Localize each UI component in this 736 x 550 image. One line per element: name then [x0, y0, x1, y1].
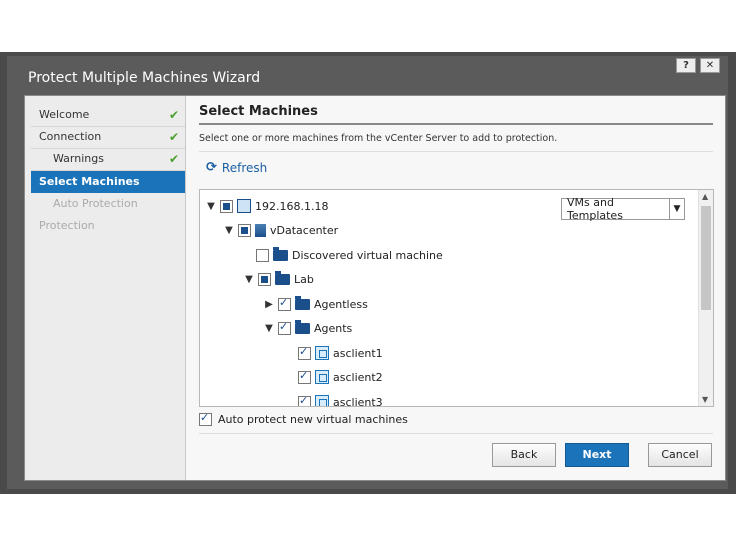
step-label: Connection — [39, 130, 102, 143]
page-description: Select one or more machines from the vCe… — [199, 133, 558, 144]
machine-tree[interactable]: VMs and Templates ▼ ▼ 192.168.1.18 ▼ vDa… — [199, 189, 714, 407]
host-icon — [237, 199, 251, 213]
folder-icon — [273, 246, 288, 261]
node-label: 192.168.1.18 — [255, 199, 329, 213]
vm-icon — [315, 346, 329, 360]
tree-node-vm[interactable]: asclient1 — [298, 343, 383, 363]
view-select[interactable]: VMs and Templates ▼ — [561, 196, 685, 222]
step-welcome[interactable]: Welcome ✔ — [31, 104, 185, 127]
node-checkbox[interactable] — [258, 272, 271, 286]
step-connection[interactable]: Connection ✔ — [31, 126, 185, 149]
scroll-up-icon[interactable]: ▲ — [702, 192, 708, 201]
tree-scrollbar[interactable]: ▲ ▼ — [698, 190, 713, 406]
tree-node-agents[interactable]: ▼ Agents — [264, 318, 352, 338]
auto-protect-label: Auto protect new virtual machines — [218, 413, 408, 426]
node-label: asclient2 — [333, 370, 383, 384]
tree-node-host[interactable]: ▼ 192.168.1.18 — [206, 196, 328, 216]
scroll-thumb[interactable] — [701, 206, 711, 310]
step-warnings[interactable]: Warnings ✔ — [31, 148, 185, 171]
tree-node-datacenter[interactable]: ▼ vDatacenter — [224, 220, 338, 240]
tree-node-vm[interactable]: asclient2 — [298, 367, 383, 387]
titlebar-controls: ? ✕ — [676, 58, 720, 73]
datacenter-icon — [255, 223, 266, 237]
tree-node-agentless[interactable]: ▶ Agentless — [264, 294, 368, 314]
node-label: Agentless — [314, 297, 368, 311]
checkmark-icon: ✔ — [168, 152, 179, 166]
step-label: Protection — [39, 219, 95, 232]
wizard-body: Welcome ✔ Connection ✔ Warnings ✔ Select… — [24, 95, 726, 481]
wizard-steps: Welcome ✔ Connection ✔ Warnings ✔ Select… — [25, 96, 186, 480]
divider — [199, 151, 713, 152]
tree-node-lab[interactable]: ▼ Lab — [244, 269, 314, 289]
window-title: Protect Multiple Machines Wizard — [28, 70, 261, 86]
refresh-label: Refresh — [221, 160, 268, 175]
node-checkbox[interactable] — [278, 320, 291, 335]
chevron-right-icon[interactable]: ▶ — [264, 299, 274, 310]
tree-node-vm[interactable]: asclient3 — [298, 392, 383, 407]
cancel-button[interactable]: Cancel — [648, 443, 712, 467]
chevron-down-icon[interactable]: ▼ — [224, 225, 234, 236]
chevron-down-icon[interactable]: ▼ — [264, 323, 274, 334]
folder-icon — [275, 270, 290, 285]
chevron-down-icon[interactable]: ▼ — [669, 199, 684, 219]
node-checkbox[interactable] — [278, 296, 291, 311]
tree-node-discovered[interactable]: Discovered virtual machine — [256, 245, 443, 265]
wizard-dialog: ? ✕ Protect Multiple Machines Wizard Wel… — [7, 56, 728, 489]
back-button[interactable]: Back — [492, 443, 556, 467]
vm-icon — [315, 370, 329, 384]
close-button[interactable]: ✕ — [700, 58, 720, 73]
folder-icon — [295, 319, 310, 334]
node-checkbox[interactable] — [238, 223, 251, 237]
refresh-icon: ⟳ — [206, 160, 217, 175]
step-label: Auto Protection — [53, 197, 138, 210]
checkmark-icon: ✔ — [168, 108, 179, 122]
divider — [199, 433, 713, 434]
checkmark-icon: ✔ — [168, 130, 179, 144]
node-checkbox[interactable] — [298, 394, 311, 406]
help-button[interactable]: ? — [676, 58, 696, 73]
step-label: Select Machines — [39, 175, 140, 188]
step-auto-protection: Auto Protection — [31, 193, 185, 215]
main-content: Select Machines Select one or more machi… — [186, 96, 725, 480]
node-label: Discovered virtual machine — [292, 248, 443, 262]
node-checkbox[interactable] — [256, 248, 269, 262]
auto-protect-checkbox[interactable] — [199, 411, 212, 426]
page-title: Select Machines — [199, 104, 318, 119]
node-checkbox[interactable] — [298, 345, 311, 360]
refresh-button[interactable]: ⟳ Refresh — [206, 160, 267, 175]
view-select-value: VMs and Templates — [567, 196, 623, 222]
chevron-down-icon[interactable]: ▼ — [206, 201, 216, 212]
node-label: vDatacenter — [270, 223, 339, 237]
vm-icon — [315, 395, 329, 406]
divider — [199, 123, 713, 125]
node-label: Lab — [294, 272, 314, 286]
next-button[interactable]: Next — [565, 443, 629, 467]
step-select-machines[interactable]: Select Machines — [31, 171, 185, 193]
node-checkbox[interactable] — [220, 199, 233, 213]
scroll-down-icon[interactable]: ▼ — [702, 395, 708, 404]
chevron-down-icon[interactable]: ▼ — [244, 274, 254, 285]
node-label: asclient1 — [333, 346, 383, 360]
auto-protect-option[interactable]: Auto protect new virtual machines — [199, 411, 408, 426]
step-label: Warnings — [53, 152, 104, 165]
node-checkbox[interactable] — [298, 369, 311, 384]
step-protection: Protection — [31, 215, 185, 237]
node-label: asclient3 — [333, 395, 383, 407]
node-label: Agents — [314, 321, 353, 335]
step-label: Welcome — [39, 108, 90, 121]
folder-icon — [295, 295, 310, 310]
